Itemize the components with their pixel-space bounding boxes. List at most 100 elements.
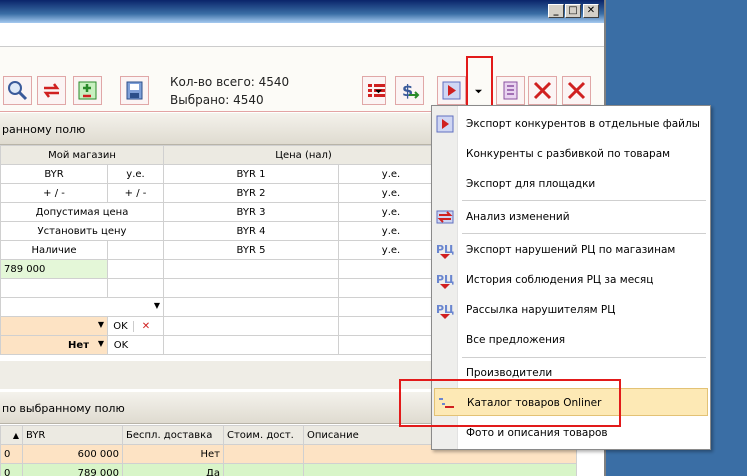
cell: BYR 5 [163,240,339,260]
cell: Да [122,463,224,476]
cell [223,463,304,476]
toolbar: Кол-во всего: 4540 Выбрано: 4540 $ [0,46,604,112]
filter-combo[interactable]: ▼ [0,297,164,317]
cell: у.е. [338,221,444,241]
cell: Наличие [0,240,108,260]
cell: 0 [0,444,23,464]
availability-filter[interactable]: Нет ▼ [0,335,108,355]
ok-button[interactable]: OK [108,340,134,351]
cell: BYR 1 [163,164,339,184]
col-header[interactable]: Беспл. доставка [122,425,224,445]
menu-separator [462,200,706,201]
group-caption: по выбранному полю [2,402,125,415]
columns-dropdown-arrow[interactable] [372,76,386,105]
delete-icon [533,81,552,100]
rc-icon: РЦ [436,303,454,319]
plus-minus-icon [78,81,97,100]
chevron-down-icon [375,89,382,94]
menu-item-competitors-by-goods[interactable]: Конкуренты с разбивкой по товарам [432,140,710,168]
cell [338,297,444,317]
menu-item-export-competitors[interactable]: Экспорт конкурентов в отдельные файлы [432,110,710,138]
minimize-icon[interactable]: _ [548,4,564,18]
currency-icon: $ [402,81,420,100]
availability-value: Нет [68,339,89,351]
cell [107,278,164,298]
search-button[interactable] [3,76,32,105]
menu-item-label: Экспорт нарушений РЦ по магазинам [466,244,676,256]
menu-separator [462,233,706,234]
cell: у.е. [107,164,164,184]
col-header[interactable]: Стоим. дост. [223,425,304,445]
chevron-down-icon: ▼ [97,320,104,329]
report-icon [503,81,518,100]
menu-item-label: Производители [466,367,553,379]
header-price: Цена (нал) [163,145,444,165]
cell: + / - [0,183,108,203]
delete-all-icon [567,81,586,100]
value-cell[interactable]: 789 000 [0,259,108,279]
cell: Установить цену [0,221,164,241]
cell [163,335,339,355]
cell: 600 000 [22,444,123,464]
menu-item-label: Экспорт для площадки [466,178,596,190]
delete-all-button[interactable] [562,76,591,105]
menu-item-label: Рассылка нарушителям РЦ [466,304,616,316]
menu-item-label: История соблюдения РЦ за месяц [466,274,654,286]
cell [338,278,444,298]
cell [0,278,108,298]
cell: BYR 2 [163,183,339,203]
title-bar: _ □ ✕ [0,0,604,23]
cell: Нет [122,444,224,464]
delete-button[interactable] [528,76,557,105]
ok-button[interactable]: OK [108,320,134,332]
menu-item-label: Все предложения [466,334,566,346]
maximize-icon[interactable]: □ [565,4,581,18]
currency-button[interactable]: $ [395,76,424,105]
rc-icon: РЦ [436,243,454,259]
cell: + / - [107,183,164,203]
analysis-icon [436,210,454,224]
cell [338,335,444,355]
cell: BYR [0,164,108,184]
chevron-down-icon: ▼ [153,301,160,310]
group-caption: ранному полю [2,123,86,136]
cancel-icon[interactable]: ✕ [134,321,158,332]
menu-item-analysis[interactable]: Анализ изменений [432,203,710,231]
cell: Допустимая цена [0,202,164,222]
sort-up-icon[interactable]: ▲ [0,425,23,445]
menu-item-rc-history[interactable]: РЦ История соблюдения РЦ за месяц [432,266,710,294]
orange-filter-cell[interactable]: ▼ [0,316,108,336]
cell [163,316,339,336]
close-icon[interactable]: ✕ [583,4,599,18]
add-remove-button[interactable] [73,76,102,105]
refresh-button[interactable] [37,76,66,105]
menu-item-export-platform[interactable]: Экспорт для площадки [432,170,710,198]
cell [338,316,444,336]
save-button[interactable] [120,76,149,105]
search-icon [8,81,28,101]
cell [163,259,339,279]
export-icon [436,115,454,133]
selected-count: Выбрано: 4540 [170,93,264,107]
cell [223,444,304,464]
cell: у.е. [338,164,444,184]
report-button[interactable] [496,76,525,105]
highlight-box [399,379,621,427]
cell [163,297,339,317]
refresh-icon [43,83,60,98]
highlight-box [466,56,493,108]
menu-item-rc-violations[interactable]: РЦ Экспорт нарушений РЦ по магазинам [432,236,710,264]
cell: 789 000 [22,463,123,476]
svg-text:$: $ [402,81,413,100]
col-header[interactable]: BYR [22,425,123,445]
export-button[interactable] [437,76,466,105]
cell: у.е. [338,202,444,222]
cell: 0 [0,463,23,476]
menu-item-label: Анализ изменений [466,211,570,223]
menu-item-label: Фото и описания товаров [466,427,608,439]
menu-item-rc-mailing[interactable]: РЦ Рассылка нарушителям РЦ [432,296,710,324]
cell: у.е. [338,240,444,260]
header-my-store: Мой магазин [0,145,164,165]
menu-item-all-offers[interactable]: Все предложения [432,326,710,354]
menu-item-label: Конкуренты с разбивкой по товарам [466,148,671,160]
